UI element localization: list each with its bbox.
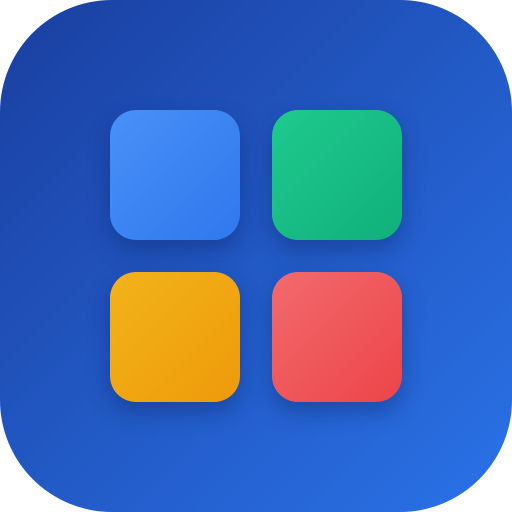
app-grid-icon[interactable] bbox=[0, 0, 512, 512]
orange-tile bbox=[110, 272, 240, 402]
blue-tile bbox=[110, 110, 240, 240]
green-tile bbox=[272, 110, 402, 240]
icon-background bbox=[0, 0, 512, 512]
red-tile bbox=[272, 272, 402, 402]
